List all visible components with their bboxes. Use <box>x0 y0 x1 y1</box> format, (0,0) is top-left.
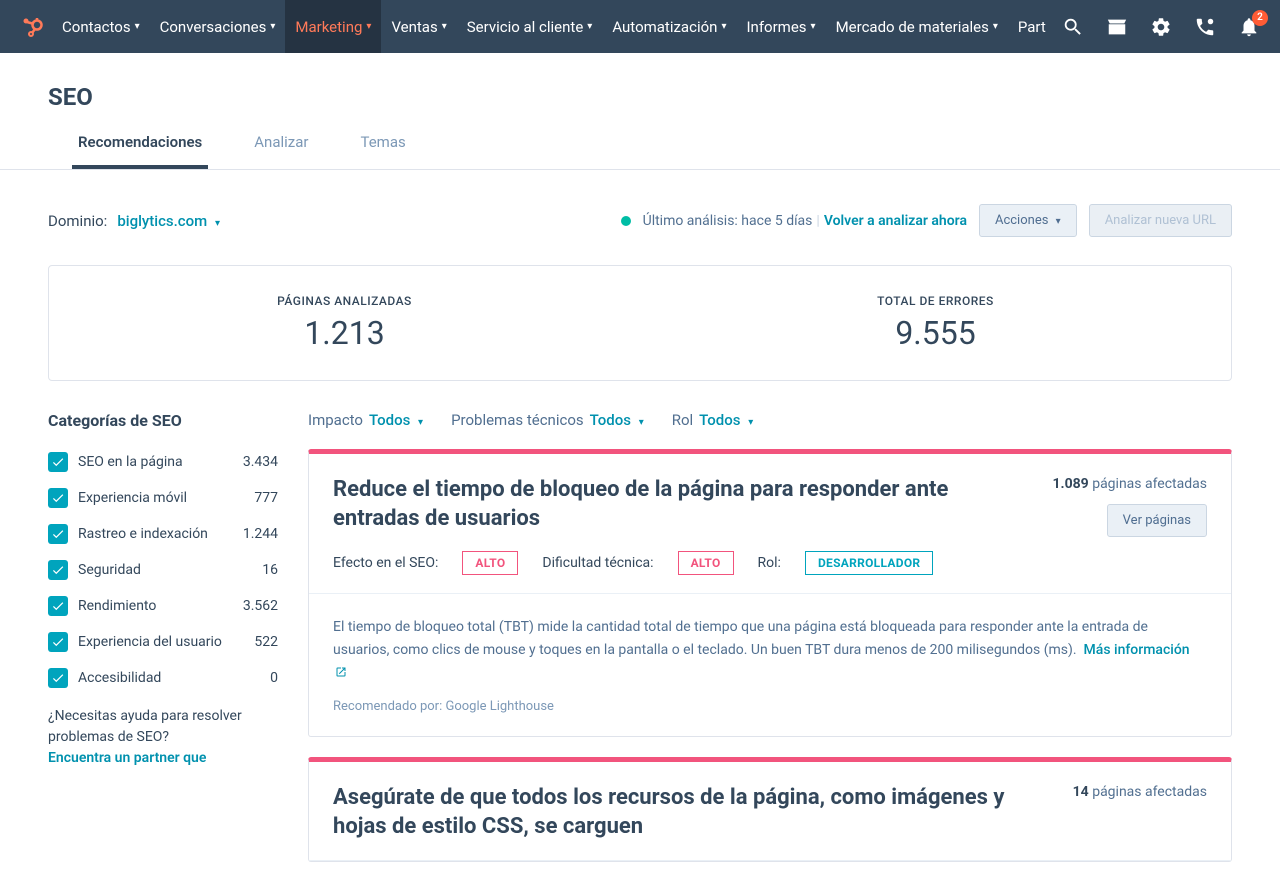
category-item[interactable]: Rastreo e indexación 1.244 <box>48 516 278 552</box>
filter-impact[interactable]: Impacto Todos ▾ <box>308 411 423 429</box>
nav-item-conversaciones[interactable]: Conversaciones ▾ <box>150 0 286 53</box>
category-label: Accesibilidad <box>78 669 260 687</box>
domain-label: Dominio: <box>48 212 107 230</box>
category-item[interactable]: Rendimiento 3.562 <box>48 588 278 624</box>
filter-technical[interactable]: Problemas técnicos Todos ▾ <box>451 411 644 429</box>
logo[interactable] <box>12 15 52 39</box>
checkbox-icon[interactable] <box>48 488 68 508</box>
seo-effect-tag: ALTO <box>462 551 518 575</box>
category-count: 777 <box>254 490 278 506</box>
category-count: 522 <box>254 634 278 650</box>
stats-panel: PÁGINAS ANALIZADAS 1.213 TOTAL DE ERRORE… <box>48 265 1232 381</box>
card-description: El tiempo de bloqueo total (TBT) mide la… <box>333 616 1207 683</box>
role-label: Rol: <box>758 555 781 571</box>
sidebar-title: Categorías de SEO <box>48 411 278 430</box>
difficulty-label: Dificultad técnica: <box>542 555 653 571</box>
difficulty-tag: ALTO <box>678 551 734 575</box>
category-count: 0 <box>270 670 278 686</box>
search-icon[interactable] <box>1062 16 1084 38</box>
actions-button[interactable]: Acciones ▾ <box>979 204 1077 237</box>
role-tag: DESARROLLADOR <box>805 551 933 575</box>
recommendation-card: Asegúrate de que todos los recursos de l… <box>308 757 1232 861</box>
phone-icon[interactable] <box>1194 16 1216 38</box>
notifications-icon[interactable]: 2 <box>1238 16 1260 38</box>
category-label: Experiencia móvil <box>78 489 244 507</box>
affected-pages: 14 páginas afectadas <box>1073 784 1207 800</box>
external-link-icon <box>335 666 347 678</box>
category-item[interactable]: Accesibilidad 0 <box>48 660 278 696</box>
page-title: SEO <box>48 83 1232 111</box>
total-errors-value: 9.555 <box>640 314 1231 352</box>
nav-item-servicio-al-cliente[interactable]: Servicio al cliente ▾ <box>457 0 603 53</box>
settings-icon[interactable] <box>1150 16 1172 38</box>
recommended-by: Recomendado por: Google Lighthouse <box>333 699 1207 714</box>
category-label: SEO en la página <box>78 453 233 471</box>
category-label: Experiencia del usuario <box>78 633 244 651</box>
nav-item-mercado-de-materiales[interactable]: Mercado de materiales ▾ <box>826 0 1008 53</box>
top-nav: Contactos ▾Conversaciones ▾Marketing ▾Ve… <box>0 0 1280 53</box>
last-scan-text: Último análisis: hace 5 días <box>643 213 813 229</box>
pages-analyzed-value: 1.213 <box>49 314 640 352</box>
recommendation-card: Reduce el tiempo de bloqueo de la página… <box>308 449 1232 737</box>
notification-badge: 2 <box>1252 10 1268 26</box>
checkbox-icon[interactable] <box>48 668 68 688</box>
category-count: 3.434 <box>243 454 278 470</box>
tab-recomendaciones[interactable]: Recomendaciones <box>72 133 208 169</box>
analyze-new-url-button[interactable]: Analizar nueva URL <box>1089 204 1232 237</box>
sidebar: Categorías de SEO SEO en la página 3.434 E… <box>48 411 278 882</box>
help-question: ¿Necesitas ayuda para resolver problemas… <box>48 708 242 745</box>
reanalyze-link[interactable]: Volver a analizar ahora <box>824 213 967 229</box>
checkbox-icon[interactable] <box>48 632 68 652</box>
tab-temas[interactable]: Temas <box>354 133 411 169</box>
card-title: Reduce el tiempo de bloqueo de la página… <box>333 476 1033 533</box>
category-count: 1.244 <box>243 526 278 542</box>
tabs: Recomendaciones Analizar Temas <box>0 133 1280 170</box>
category-item[interactable]: Seguridad 16 <box>48 552 278 588</box>
checkbox-icon[interactable] <box>48 596 68 616</box>
category-label: Seguridad <box>78 561 252 579</box>
view-pages-button[interactable]: Ver páginas <box>1107 504 1207 537</box>
category-item[interactable]: Experiencia móvil 777 <box>48 480 278 516</box>
tab-analizar[interactable]: Analizar <box>248 133 314 169</box>
checkbox-icon[interactable] <box>48 524 68 544</box>
category-count: 3.562 <box>243 598 278 614</box>
category-item[interactable]: Experiencia del usuario 522 <box>48 624 278 660</box>
seo-effect-label: Efecto en el SEO: <box>333 555 438 571</box>
nav-item-marketing[interactable]: Marketing ▾ <box>285 0 381 53</box>
nav-item-automatización[interactable]: Automatización ▾ <box>602 0 736 53</box>
category-label: Rendimiento <box>78 597 233 615</box>
nav-item-ventas[interactable]: Ventas ▾ <box>381 0 456 53</box>
domain-select[interactable]: biglytics.com ▾ <box>117 212 220 230</box>
marketplace-icon[interactable] <box>1106 16 1128 38</box>
pages-analyzed-label: PÁGINAS ANALIZADAS <box>49 294 640 308</box>
nav-items: Contactos ▾Conversaciones ▾Marketing ▾Ve… <box>52 0 1056 53</box>
total-errors-label: TOTAL DE ERRORES <box>640 294 1231 308</box>
find-partner-link[interactable]: Encuentra un partner que <box>48 750 206 766</box>
category-list: SEO en la página 3.434 Experiencia móvil 77… <box>48 444 278 696</box>
nav-item-part[interactable]: Part <box>1008 0 1056 53</box>
nav-item-contactos[interactable]: Contactos ▾ <box>52 0 150 53</box>
affected-pages: 1.089 páginas afectadas <box>1053 476 1207 492</box>
category-count: 16 <box>262 562 278 578</box>
status-dot <box>621 216 631 226</box>
checkbox-icon[interactable] <box>48 560 68 580</box>
category-label: Rastreo e indexación <box>78 525 233 543</box>
nav-item-informes[interactable]: Informes ▾ <box>736 0 825 53</box>
filter-role[interactable]: Rol Todos ▾ <box>672 411 754 429</box>
checkbox-icon[interactable] <box>48 452 68 472</box>
category-item[interactable]: SEO en la página 3.434 <box>48 444 278 480</box>
